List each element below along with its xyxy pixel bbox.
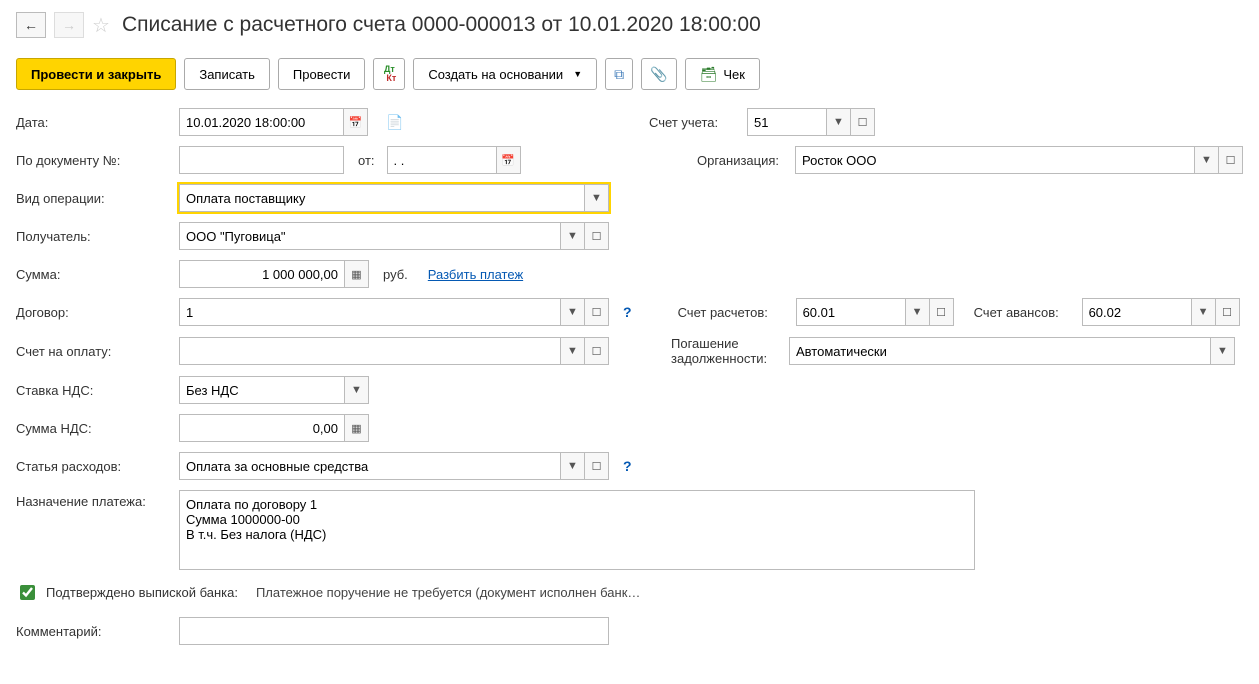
expense-item-open-button[interactable]: ☐ bbox=[585, 452, 609, 480]
invoice-label: Счет на оплату: bbox=[16, 344, 171, 359]
recipient-dropdown-button[interactable]: ▼ bbox=[561, 222, 585, 250]
settlements-account-input[interactable] bbox=[796, 298, 906, 326]
operation-type-dropdown-button[interactable]: ▼ bbox=[585, 184, 609, 212]
doc-from-calendar-button[interactable]: 📅 bbox=[497, 146, 521, 174]
vat-rate-label: Ставка НДС: bbox=[16, 383, 171, 398]
contract-open-button[interactable]: ☐ bbox=[585, 298, 609, 326]
organization-dropdown-button[interactable]: ▼ bbox=[1195, 146, 1219, 174]
vat-sum-input[interactable] bbox=[179, 414, 345, 442]
create-based-on-button[interactable]: Создать на основании ▼ bbox=[413, 58, 597, 90]
vat-sum-calculator-button[interactable]: ▦ bbox=[345, 414, 369, 442]
expense-item-label: Статья расходов: bbox=[16, 459, 171, 474]
account-input[interactable] bbox=[747, 108, 827, 136]
recipient-input[interactable] bbox=[179, 222, 561, 250]
vat-rate-dropdown-button[interactable]: ▼ bbox=[345, 376, 369, 404]
date-input[interactable] bbox=[179, 108, 344, 136]
settlements-account-open-button[interactable]: ☐ bbox=[930, 298, 954, 326]
expense-item-dropdown-button[interactable]: ▼ bbox=[561, 452, 585, 480]
nav-forward-button: → bbox=[54, 12, 84, 38]
recipient-open-button[interactable]: ☐ bbox=[585, 222, 609, 250]
organization-label: Организация: bbox=[697, 153, 787, 168]
paperclip-icon: 📎 bbox=[650, 66, 667, 83]
dtkt-icon: ДтКт bbox=[382, 65, 396, 83]
date-label: Дата: bbox=[16, 115, 171, 130]
account-dropdown-button[interactable]: ▼ bbox=[827, 108, 851, 136]
vat-rate-input[interactable] bbox=[179, 376, 345, 404]
calendar-icon: 📅 bbox=[349, 116, 363, 129]
save-button[interactable]: Записать bbox=[184, 58, 270, 90]
receipt-label: Чек bbox=[723, 67, 745, 82]
split-payment-link[interactable]: Разбить платеж bbox=[428, 267, 523, 282]
attachments-button[interactable]: 📎 bbox=[641, 58, 676, 90]
account-open-button[interactable]: ☐ bbox=[851, 108, 875, 136]
invoice-dropdown-button[interactable]: ▼ bbox=[561, 337, 585, 365]
settlements-account-dropdown-button[interactable]: ▼ bbox=[906, 298, 930, 326]
advances-account-dropdown-button[interactable]: ▼ bbox=[1192, 298, 1216, 326]
date-picker-button[interactable]: 📅 bbox=[344, 108, 368, 136]
expense-item-help-icon[interactable]: ? bbox=[623, 458, 632, 474]
purpose-textarea[interactable] bbox=[179, 490, 975, 570]
purpose-label: Назначение платежа: bbox=[16, 490, 171, 509]
invoice-input[interactable] bbox=[179, 337, 561, 365]
post-and-close-button[interactable]: Провести и закрыть bbox=[16, 58, 176, 90]
invoice-open-button[interactable]: ☐ bbox=[585, 337, 609, 365]
comment-input[interactable] bbox=[179, 617, 609, 645]
page-title: Списание с расчетного счета 0000-000013 … bbox=[122, 13, 761, 37]
operation-type-input[interactable] bbox=[179, 184, 585, 212]
payment-order-note: Платежное поручение не требуется (докуме… bbox=[256, 585, 640, 600]
debt-repayment-label: Погашение задолженности: bbox=[671, 336, 781, 366]
dtkt-button[interactable]: ДтКт bbox=[373, 58, 405, 90]
confirmed-label: Подтверждено выпиской банка: bbox=[46, 585, 238, 600]
structure-icon: ⧉ bbox=[614, 66, 624, 83]
advances-account-label: Счет авансов: bbox=[974, 305, 1074, 320]
debt-repayment-dropdown-button[interactable]: ▼ bbox=[1211, 337, 1235, 365]
calendar-icon: 📅 bbox=[501, 154, 515, 167]
doc-from-input[interactable] bbox=[387, 146, 497, 174]
organization-input[interactable] bbox=[795, 146, 1195, 174]
create-based-on-label: Создать на основании bbox=[428, 67, 563, 82]
sum-input[interactable] bbox=[179, 260, 345, 288]
comment-label: Комментарий: bbox=[16, 624, 171, 639]
confirmed-checkbox[interactable] bbox=[20, 585, 35, 600]
advances-account-input[interactable] bbox=[1082, 298, 1192, 326]
account-label: Счет учета: bbox=[649, 115, 739, 130]
contract-dropdown-button[interactable]: ▼ bbox=[561, 298, 585, 326]
new-document-icon[interactable]: 📄 bbox=[386, 114, 403, 131]
expense-item-input[interactable] bbox=[179, 452, 561, 480]
structure-button[interactable]: ⧉ bbox=[605, 58, 633, 90]
doc-number-label: По документу №: bbox=[16, 153, 171, 168]
contract-help-icon[interactable]: ? bbox=[623, 304, 632, 320]
sum-calculator-button[interactable]: ▦ bbox=[345, 260, 369, 288]
toolbar: Провести и закрыть Записать Провести ДтК… bbox=[16, 58, 1243, 90]
from-label: от: bbox=[358, 153, 375, 168]
receipt-button[interactable]: 🗃 Чек bbox=[685, 58, 760, 90]
doc-number-input[interactable] bbox=[179, 146, 344, 174]
vat-sum-label: Сумма НДС: bbox=[16, 421, 171, 436]
organization-open-button[interactable]: ☐ bbox=[1219, 146, 1243, 174]
currency-label: руб. bbox=[383, 267, 408, 282]
contract-label: Договор: bbox=[16, 305, 171, 320]
advances-account-open-button[interactable]: ☐ bbox=[1216, 298, 1240, 326]
receipt-icon: 🗃 bbox=[700, 66, 718, 83]
operation-type-label: Вид операции: bbox=[16, 191, 171, 206]
sum-label: Сумма: bbox=[16, 267, 171, 282]
post-button[interactable]: Провести bbox=[278, 58, 366, 90]
nav-back-button[interactable]: ← bbox=[16, 12, 46, 38]
contract-input[interactable] bbox=[179, 298, 561, 326]
caret-down-icon: ▼ bbox=[573, 69, 582, 79]
debt-repayment-input[interactable] bbox=[789, 337, 1211, 365]
favorite-star-icon[interactable]: ☆ bbox=[92, 13, 110, 38]
settlements-account-label: Счет расчетов: bbox=[678, 305, 788, 320]
recipient-label: Получатель: bbox=[16, 229, 171, 244]
